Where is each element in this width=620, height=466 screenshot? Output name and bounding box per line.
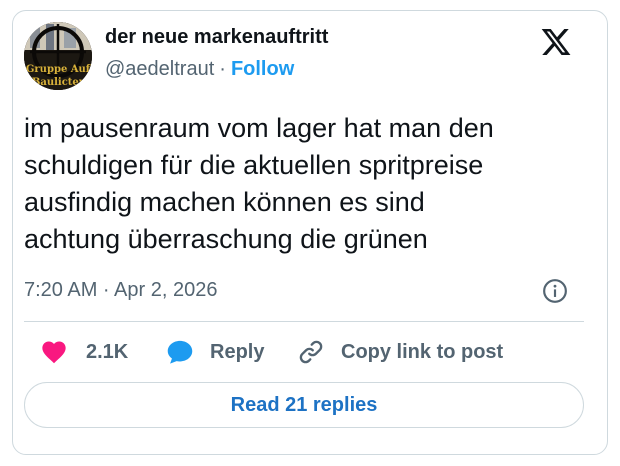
- action-bar: 2.1K Reply Copy link to post: [24, 333, 584, 371]
- speech-bubble-icon: [167, 340, 193, 364]
- post-timestamp[interactable]: 7:20 AM · Apr 2, 2026: [24, 279, 217, 302]
- info-icon[interactable]: [542, 278, 568, 304]
- author-handle-line: @aedeltraut · Follow: [105, 58, 294, 81]
- post-text-line: achtung überraschung die grünen: [24, 224, 428, 254]
- post-text-line: im pausenraum vom lager hat man den: [24, 113, 494, 143]
- avatar-image: Gruppe Auf Baulicter: [24, 22, 92, 90]
- follow-button[interactable]: Follow: [231, 58, 294, 80]
- reply-label: Reply: [210, 340, 265, 363]
- post-text: im pausenraum vom lager hat man den schu…: [24, 110, 579, 258]
- author-display-name[interactable]: der neue markenauftritt: [105, 26, 328, 49]
- post-text-line: ausfindig machen können es sind: [24, 187, 425, 217]
- post-text-line: schuldigen für die aktuellen spritpreise: [24, 150, 484, 180]
- x-logo-icon[interactable]: [540, 26, 572, 58]
- like-button[interactable]: 2.1K: [40, 333, 128, 371]
- copy-link-label: Copy link to post: [341, 340, 504, 363]
- read-replies-button[interactable]: Read 21 replies: [24, 382, 584, 428]
- reply-button[interactable]: Reply: [166, 333, 264, 371]
- author-handle[interactable]: @aedeltraut: [105, 58, 214, 80]
- separator-dot: ·: [219, 58, 226, 80]
- like-count: 2.1K: [86, 340, 129, 363]
- avatar[interactable]: Gruppe Auf Baulicter: [24, 22, 92, 90]
- link-icon: [299, 340, 323, 364]
- divider: [24, 321, 584, 322]
- copy-link-button[interactable]: Copy link to post: [297, 333, 503, 371]
- avatar-text-1: Gruppe Auf: [26, 64, 91, 75]
- read-replies-label: Read 21 replies: [230, 393, 378, 416]
- heart-icon: [42, 341, 66, 364]
